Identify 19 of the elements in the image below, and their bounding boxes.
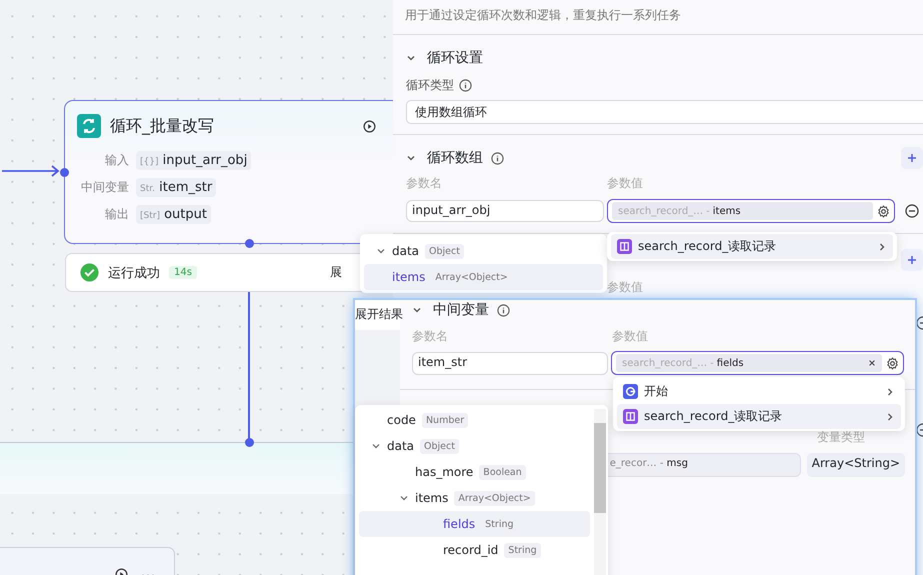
status-text: 运行成功 xyxy=(108,264,160,282)
section-title: 中间变量 xyxy=(433,301,489,319)
param-label: 输入 xyxy=(104,152,129,169)
column-header: 参数值 xyxy=(607,175,643,192)
section-title: 循环数组 xyxy=(427,149,483,167)
column-header: 参数值 xyxy=(612,328,648,345)
description-text: 用于通过设定循环次数和逻辑，重复执行一系列任务 xyxy=(393,0,923,35)
column-header: 参数值 xyxy=(607,279,643,296)
duration-tag: 14s xyxy=(169,266,197,279)
param-label: 输出 xyxy=(104,206,129,223)
section-title: 循环设置 xyxy=(427,49,483,67)
param-chip: [{}] input_arr_obj xyxy=(136,151,252,170)
node-title: 循环_批量改写 xyxy=(110,116,214,136)
param-chip: [Str] output xyxy=(136,205,211,224)
column-header: 变量类型 xyxy=(817,429,865,446)
param-chip: Str. item_str xyxy=(136,178,216,197)
param-label: 中间变量 xyxy=(80,179,129,196)
field-label: 循环类型 xyxy=(406,77,454,94)
column-header: 参数名 xyxy=(412,328,449,345)
